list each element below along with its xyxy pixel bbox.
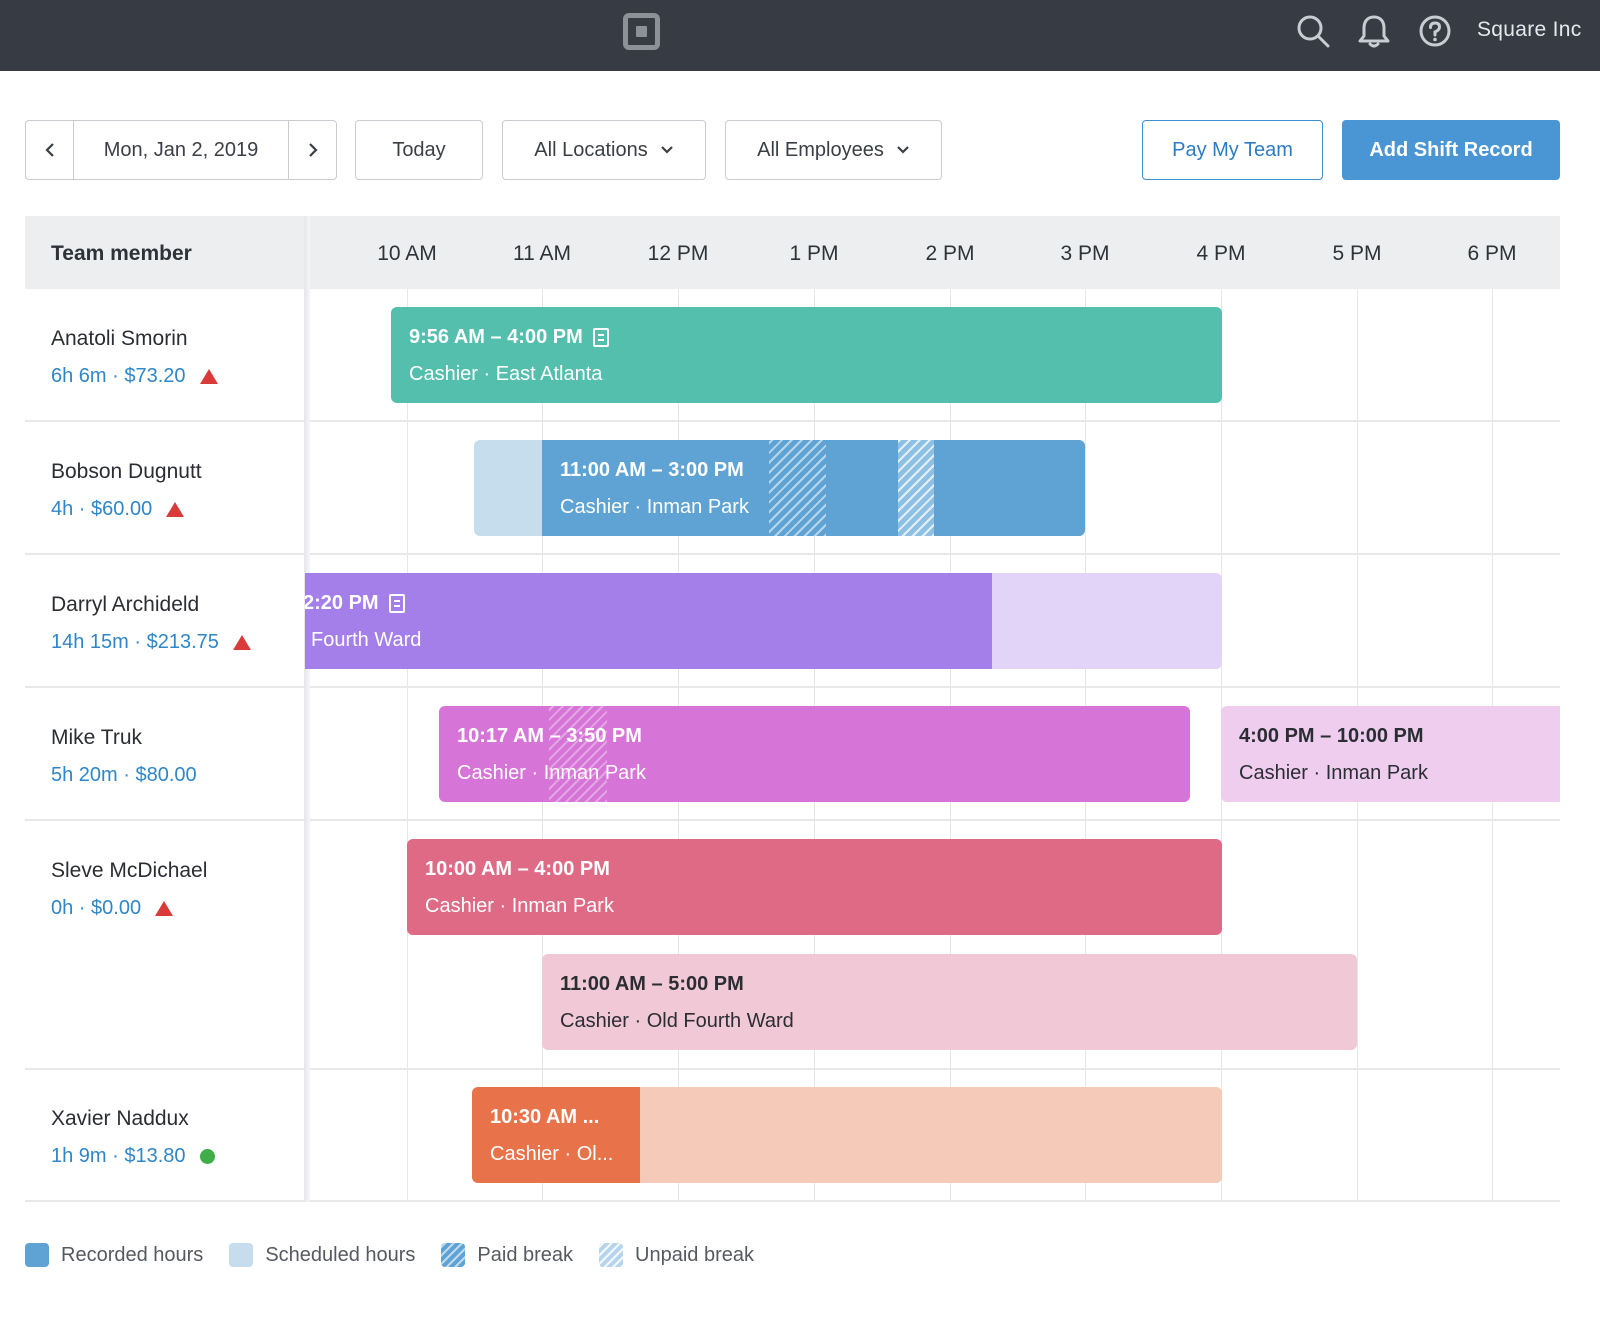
team-member-row[interactable]: Anatoli Smorin 6h 6m · $73.20 xyxy=(51,327,218,388)
shift-role-location: Fourth Ward xyxy=(311,629,422,651)
team-member-name[interactable]: Darryl Archideld xyxy=(51,593,251,617)
chevron-right-icon xyxy=(308,143,318,157)
shift-time: 10:30 AM ... xyxy=(490,1106,600,1128)
team-member-column-header: Team member xyxy=(51,242,192,265)
square-logo-icon[interactable] xyxy=(623,13,660,50)
hour-gridline xyxy=(407,289,408,1202)
scheduled-hours-swatch xyxy=(229,1243,254,1267)
legend-item-recorded: Recorded hours xyxy=(25,1243,203,1267)
hours-pay-summary: 0h · $0.00 xyxy=(51,897,142,919)
chevron-down-icon xyxy=(660,146,673,154)
shift-role-location: Cashier · Inman Park xyxy=(457,762,646,784)
shift-time: 11:00 AM – 5:00 PM xyxy=(560,973,744,995)
shift-block[interactable]: 10:30 AM ... Cashier · Ol... xyxy=(472,1087,1222,1183)
legend-item-scheduled: Scheduled hours xyxy=(229,1243,415,1267)
shift-time: 4:00 PM – 10:00 PM xyxy=(1239,725,1424,747)
team-member-row[interactable]: Mike Truk 5h 20m · $80.00 xyxy=(51,726,197,787)
team-member-row[interactable]: Darryl Archideld 14h 15m · $213.75 xyxy=(51,593,251,654)
add-shift-record-button[interactable]: Add Shift Record xyxy=(1342,120,1560,180)
shift-timeline: Team member 10 AM 11 AM 12 PM 1 PM 2 PM … xyxy=(25,216,1560,1202)
hours-pay-summary: 4h · $60.00 xyxy=(51,498,153,520)
employees-dropdown[interactable]: All Employees xyxy=(725,120,942,180)
shift-role-location: Cashier · Inman Park xyxy=(425,895,614,917)
warning-icon xyxy=(155,901,174,916)
top-navigation-bar: Square Inc xyxy=(0,0,1600,71)
shift-role-location: Cashier · Old Fourth Ward xyxy=(560,1010,794,1032)
date-navigator: Mon, Jan 2, 2019 xyxy=(25,120,337,180)
warning-icon xyxy=(166,502,185,517)
team-member-name[interactable]: Xavier Naddux xyxy=(51,1107,215,1131)
shift-block[interactable]: 9:56 AM – 4:00 PM Cashier · East Atlanta xyxy=(391,307,1222,403)
shift-block[interactable]: 4:00 PM – 10:00 PM Cashier · Inman Park xyxy=(1221,706,1560,802)
row-divider xyxy=(25,1200,1560,1202)
hour-label: 10 AM xyxy=(377,242,437,265)
unpaid-break-segment xyxy=(898,440,934,536)
warning-icon xyxy=(232,635,251,650)
team-member-row[interactable]: Bobson Dugnutt 4h · $60.00 xyxy=(51,460,202,521)
shift-role-location: Cashier · Ol... xyxy=(490,1143,614,1165)
legend: Recorded hours Scheduled hours Paid brea… xyxy=(25,1243,780,1267)
row-divider xyxy=(25,819,1560,821)
chevron-left-icon xyxy=(44,143,54,157)
shift-role-location: Cashier · East Atlanta xyxy=(409,363,603,385)
shift-block[interactable]: 11:00 AM – 5:00 PM Cashier · Old Fourth … xyxy=(542,954,1357,1050)
previous-day-button[interactable] xyxy=(26,121,73,179)
search-icon[interactable] xyxy=(1296,14,1330,48)
hour-label: 1 PM xyxy=(789,242,839,265)
shift-block[interactable]: 11:00 AM – 3:00 PM Cashier · Inman Park xyxy=(474,440,1085,536)
pay-my-team-button[interactable]: Pay My Team xyxy=(1142,120,1323,180)
hour-label: 3 PM xyxy=(1060,242,1110,265)
team-member-name[interactable]: Anatoli Smorin xyxy=(51,327,218,351)
hours-pay-summary: 1h 9m · $13.80 xyxy=(51,1145,186,1167)
organization-name[interactable]: Square Inc xyxy=(1477,18,1582,42)
team-member-name[interactable]: Mike Truk xyxy=(51,726,197,750)
hour-label: 12 PM xyxy=(647,242,709,265)
status-ok-icon xyxy=(199,1149,215,1164)
shift-role-location: Cashier · Inman Park xyxy=(560,496,749,518)
recorded-hours-swatch xyxy=(25,1243,49,1267)
shift-time: 11:00 AM – 3:00 PM xyxy=(560,459,744,481)
shift-block[interactable]: 10:00 AM – 4:00 PM Cashier · Inman Park xyxy=(407,839,1222,935)
hour-label: 5 PM xyxy=(1332,242,1382,265)
hour-label: 2 PM xyxy=(925,242,975,265)
row-divider xyxy=(25,553,1560,555)
shift-time: 10:17 AM – 3:50 PM xyxy=(457,725,642,747)
next-day-button[interactable] xyxy=(289,121,336,179)
shift-time: 9:56 AM – 4:00 PM xyxy=(409,326,583,348)
paid-break-swatch xyxy=(441,1243,466,1267)
row-divider xyxy=(25,686,1560,688)
paid-break-segment xyxy=(769,440,826,536)
help-icon[interactable] xyxy=(1418,14,1452,48)
bell-icon[interactable] xyxy=(1357,14,1391,48)
note-icon xyxy=(388,594,405,613)
warning-icon xyxy=(199,369,218,384)
team-member-row[interactable]: Xavier Naddux 1h 9m · $13.80 xyxy=(51,1107,215,1168)
hour-label: 6 PM xyxy=(1467,242,1517,265)
hour-label: 4 PM xyxy=(1196,242,1246,265)
shift-time: 2:20 PM xyxy=(305,592,379,614)
shift-block[interactable]: 2:20 PM Fourth Ward xyxy=(305,573,1222,669)
legend-item-unpaid-break: Unpaid break xyxy=(599,1243,754,1267)
date-picker[interactable]: Mon, Jan 2, 2019 xyxy=(73,121,289,179)
chevron-down-icon xyxy=(897,146,909,154)
note-icon xyxy=(592,328,609,347)
hour-label: 11 AM xyxy=(513,242,571,265)
hours-pay-summary: 6h 6m · $73.20 xyxy=(51,365,186,387)
shift-block[interactable]: 10:17 AM – 3:50 PM Cashier · Inman Park xyxy=(439,706,1190,802)
row-divider xyxy=(25,420,1560,422)
hours-pay-summary: 5h 20m · $80.00 xyxy=(51,764,197,786)
team-member-name[interactable]: Sleve McDichael xyxy=(51,859,207,883)
column-divider xyxy=(304,216,310,1202)
team-member-name[interactable]: Bobson Dugnutt xyxy=(51,460,202,484)
row-divider xyxy=(25,1068,1560,1070)
locations-dropdown[interactable]: All Locations xyxy=(502,120,706,180)
today-button[interactable]: Today xyxy=(355,120,483,180)
shift-role-location: Cashier · Inman Park xyxy=(1239,762,1428,784)
team-member-row[interactable]: Sleve McDichael 0h · $0.00 xyxy=(51,859,207,920)
legend-item-paid-break: Paid break xyxy=(441,1243,573,1267)
unpaid-break-swatch xyxy=(599,1243,624,1267)
hours-pay-summary: 14h 15m · $213.75 xyxy=(51,631,219,653)
shift-time: 10:00 AM – 4:00 PM xyxy=(425,858,610,880)
